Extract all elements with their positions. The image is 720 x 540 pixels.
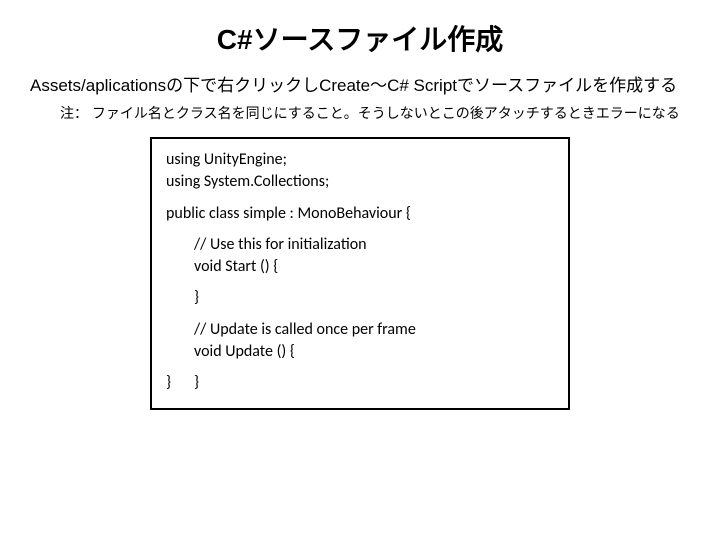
code-line: void Update () { (194, 341, 554, 363)
code-line: void Start () { (194, 256, 554, 278)
code-line: using UnityEngine; (166, 149, 554, 171)
code-line: public class simple : MonoBehaviour { (166, 203, 554, 225)
code-line: using System.Collections; (166, 171, 554, 193)
code-line: } (194, 372, 199, 394)
slide-title: C#ソースファイル作成 (30, 18, 690, 58)
code-line: } (194, 287, 554, 309)
code-line: // Use this for initialization (194, 234, 554, 256)
code-line: // Update is called once per frame (194, 319, 554, 341)
code-line: } (166, 372, 194, 394)
instruction-paragraph: Assets/aplicationsの下で右クリックしCreate～C# Scr… (30, 74, 690, 98)
note-paragraph: 注： ファイル名とクラス名を同じにすること。そうしないとこの後アタッチするときエ… (60, 104, 690, 124)
code-box: using UnityEngine; using System.Collecti… (150, 137, 570, 409)
slide: C#ソースファイル作成 Assets/aplicationsの下で右クリックしC… (0, 0, 720, 540)
